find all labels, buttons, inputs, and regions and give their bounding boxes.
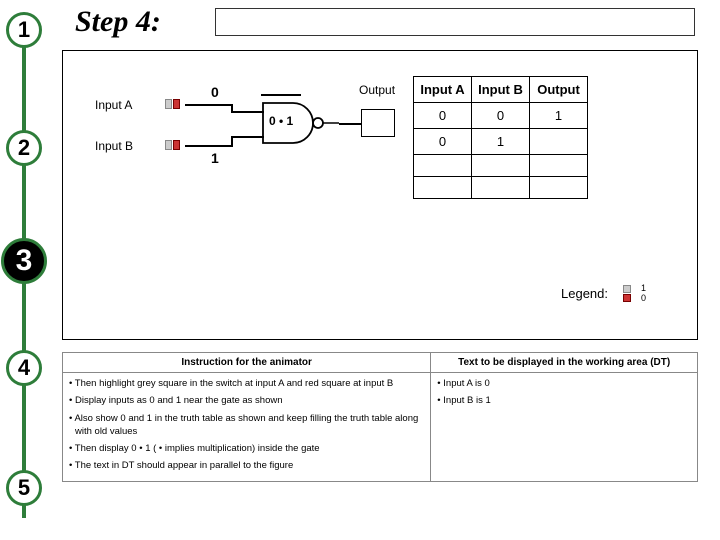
wire-a — [185, 104, 233, 106]
list-item: The text in DT should appear in parallel… — [69, 459, 424, 472]
list-item: Input A is 0 — [437, 377, 691, 390]
list-item: Also show 0 and 1 in the truth table as … — [69, 412, 424, 439]
gate-input-top: 0 — [211, 84, 219, 100]
step-marker-5[interactable]: 5 — [6, 470, 42, 506]
th-output: Output — [530, 77, 588, 103]
input-a-label: Input A — [95, 98, 132, 112]
table-row: 01 — [414, 129, 588, 155]
instructions-right-cell: Input A is 0 Input B is 1 — [431, 373, 698, 482]
legend-label: Legend: — [561, 286, 608, 301]
step-title-box — [215, 8, 695, 36]
switch-a[interactable] — [165, 99, 185, 111]
instructions-left-cell: Then highlight grey square in the switch… — [63, 373, 431, 482]
table-row — [414, 155, 588, 177]
switch-a-red — [173, 99, 180, 109]
wire-a-in — [231, 111, 264, 113]
truth-table: Input A Input B Output 001 01 — [413, 76, 588, 199]
instructions-table: Instruction for the animator Text to be … — [62, 352, 698, 482]
wire-b-in — [231, 136, 264, 138]
list-item: Display inputs as 0 and 1 near the gate … — [69, 394, 424, 407]
wire-b — [185, 145, 233, 147]
gate-input-bottom: 1 — [211, 150, 219, 166]
step-marker-2[interactable]: 2 — [6, 130, 42, 166]
table-row — [414, 177, 588, 199]
switch-a-grey — [165, 99, 172, 109]
legend-val-bot: 0 — [641, 294, 646, 303]
output-box — [361, 109, 395, 137]
list-item: Input B is 1 — [437, 394, 691, 407]
switch-b-red — [173, 140, 180, 150]
output-label: Output — [359, 83, 395, 97]
wire-b-up — [231, 137, 233, 145]
input-b-label: Input B — [95, 139, 133, 153]
switch-b[interactable] — [165, 140, 185, 152]
instructions-header-left: Instruction for the animator — [63, 353, 431, 373]
step-title: Step 4: — [75, 5, 161, 39]
legend-switch — [623, 285, 643, 297]
legend-val-top: 1 — [641, 284, 646, 293]
list-item: Then display 0 • 1 ( • implies multiplic… — [69, 442, 424, 455]
step-marker-4[interactable]: 4 — [6, 350, 42, 386]
switch-b-grey — [165, 140, 172, 150]
gate-inner-expr: 0 • 1 — [269, 114, 293, 128]
gate-overline-bar — [261, 94, 301, 96]
step-marker-3[interactable]: 3 — [1, 238, 47, 284]
wire-out — [339, 123, 361, 125]
step-marker-1[interactable]: 1 — [6, 12, 42, 48]
main-panel: Input A Input B 0 1 0 • 1 Output Input A… — [62, 50, 698, 340]
table-row: 001 — [414, 103, 588, 129]
th-input-a: Input A — [414, 77, 472, 103]
th-input-b: Input B — [472, 77, 530, 103]
instructions-header-right: Text to be displayed in the working area… — [431, 353, 698, 373]
list-item: Then highlight grey square in the switch… — [69, 377, 424, 390]
